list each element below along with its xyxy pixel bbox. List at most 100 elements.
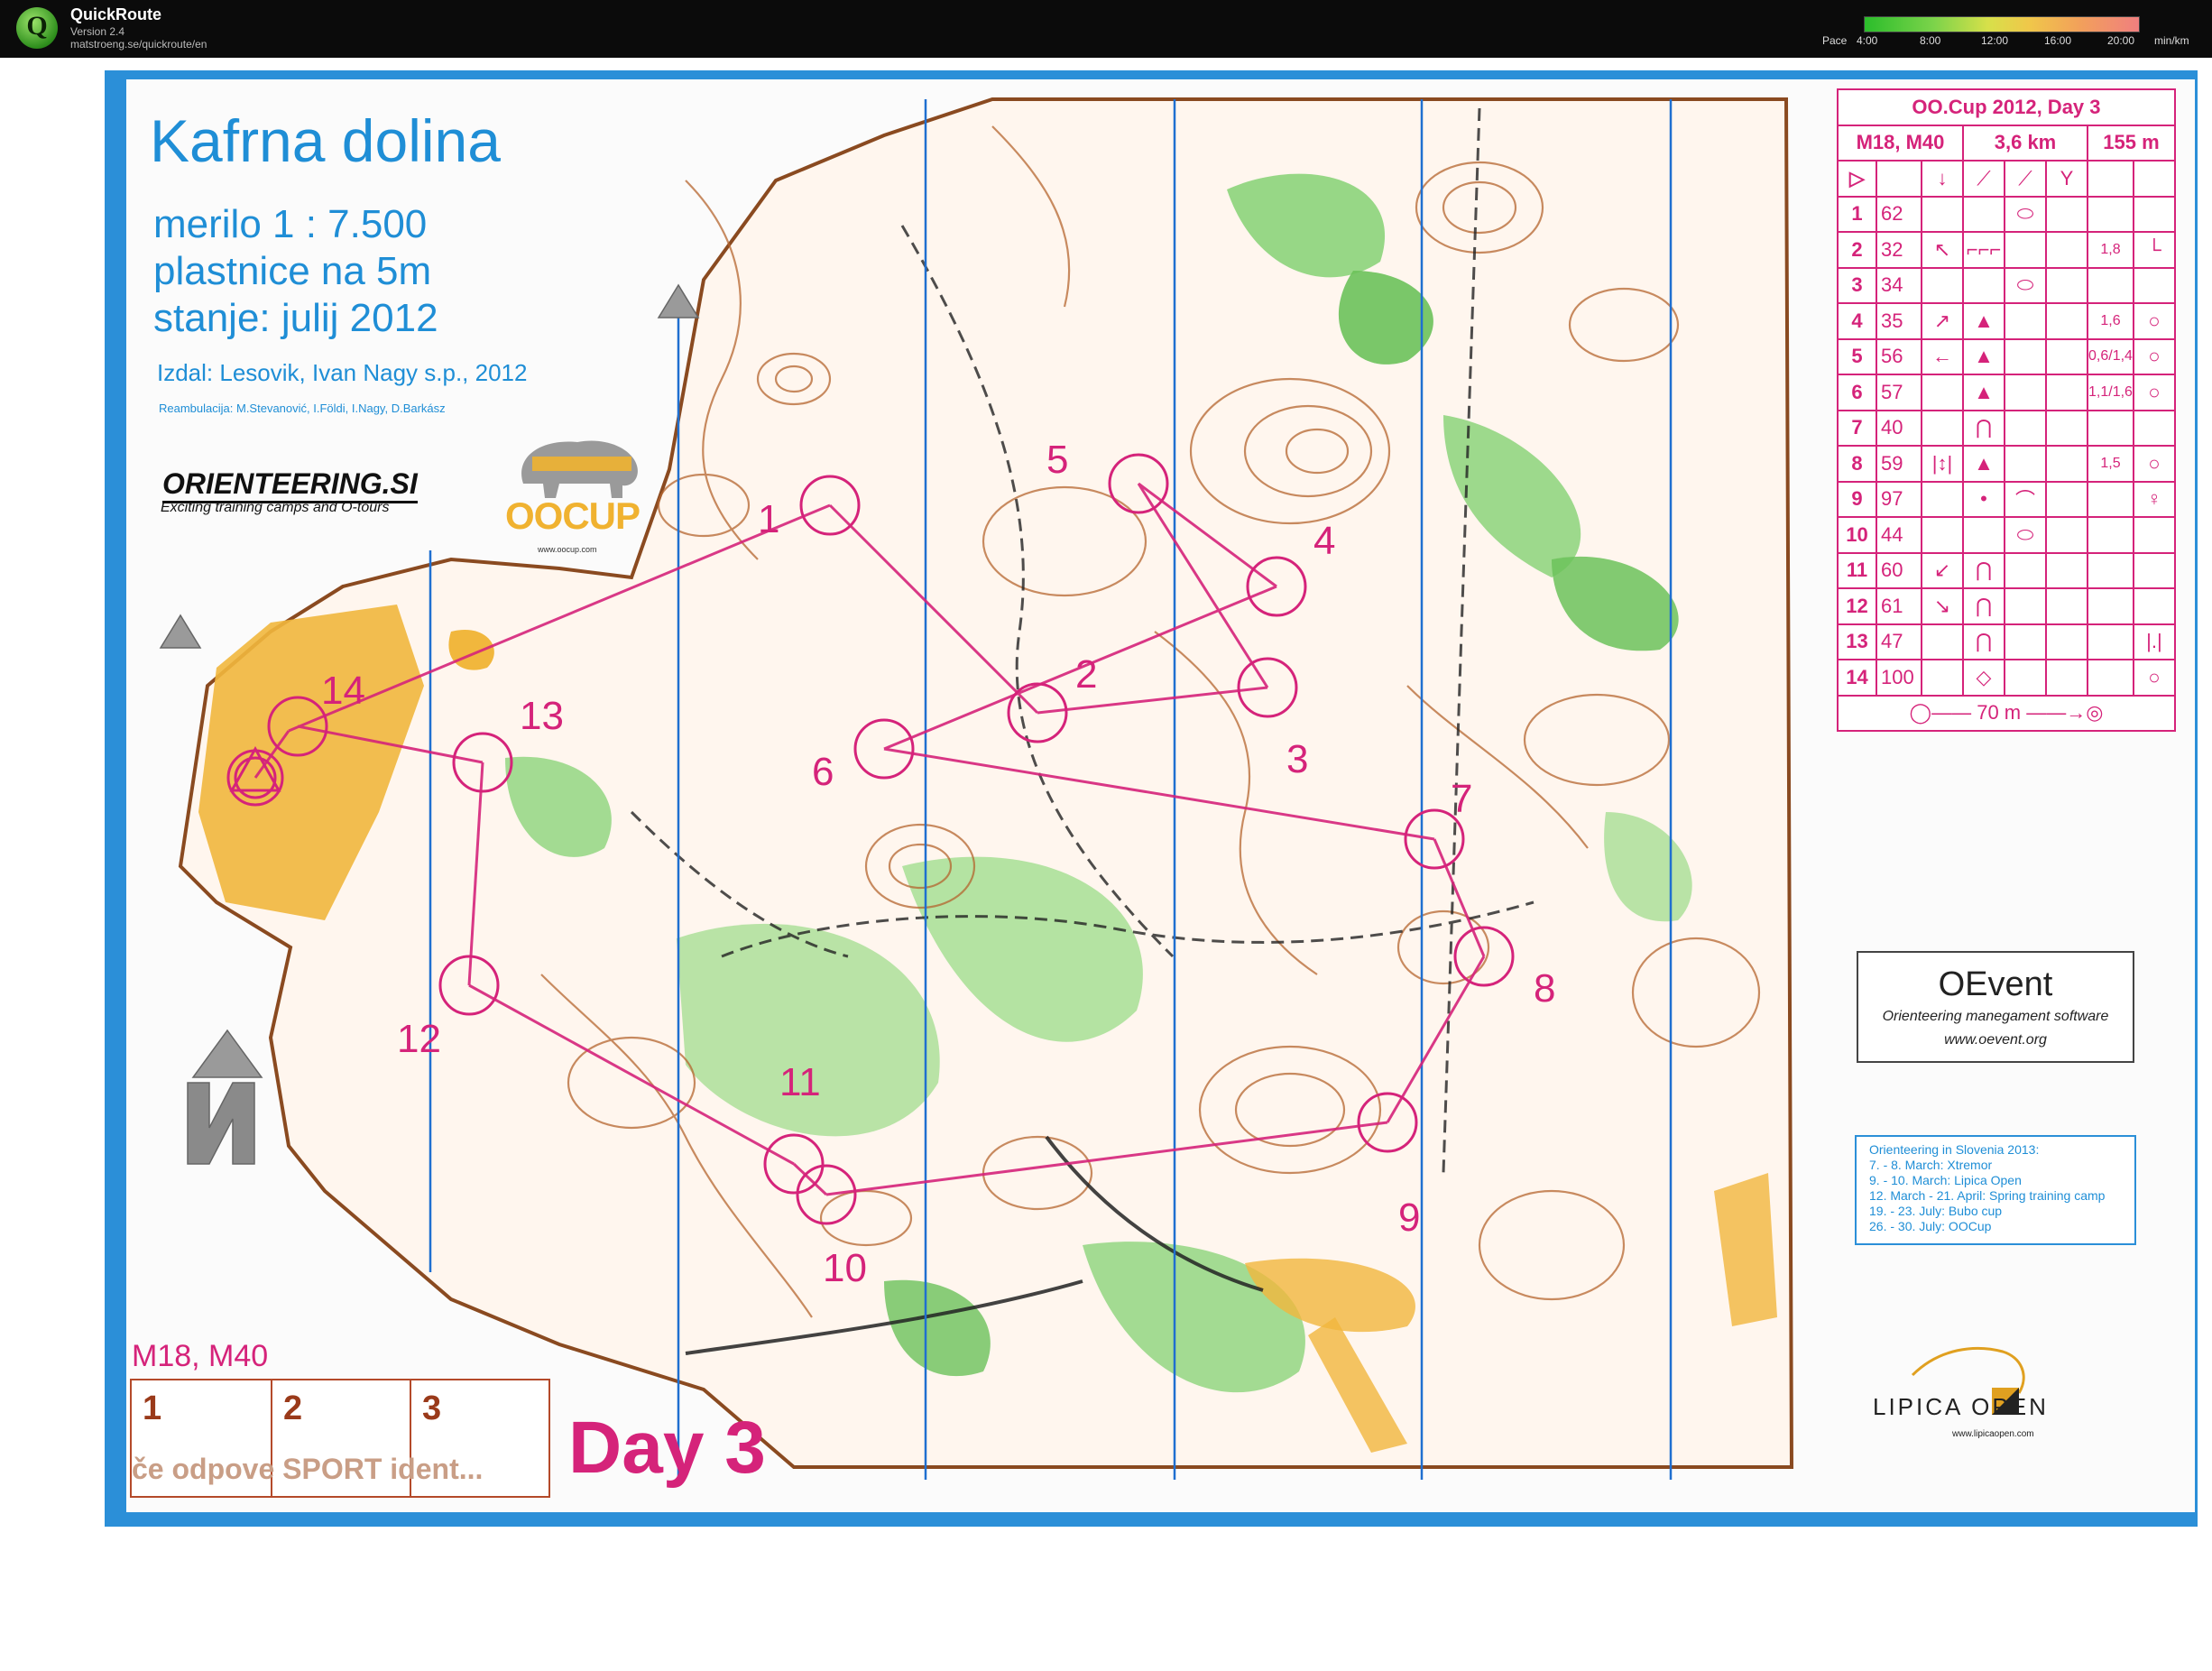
cd-feature (1962, 195, 2005, 233)
cd-feature: ⋂ (1962, 409, 2005, 447)
cd-direction: ↘ (1921, 587, 1964, 625)
cd-feature: • (1962, 480, 2005, 518)
cd-appearance (2045, 659, 2088, 697)
cd-dimensions: 1,5 (2087, 445, 2134, 483)
cd-control-code: 62 (1876, 195, 1922, 233)
cd-control-number: 3 (1837, 266, 1877, 304)
cd-direction (1921, 659, 1964, 697)
cd-feature: ⋂ (1962, 587, 2005, 625)
cd-feature: ⌐⌐⌐ (1962, 231, 2005, 269)
cd-direction: ↗ (1921, 302, 1964, 340)
cd-control-number: 7 (1837, 409, 1877, 447)
control-number-6: 6 (812, 750, 834, 794)
cd-appearance (2045, 266, 2088, 304)
cd-feature: ▲ (1962, 374, 2005, 411)
cd-row: 10 44 ⬭ (1837, 516, 2176, 554)
cd-feature: ⋂ (1962, 551, 2005, 589)
oocup-url: www.oocup.com (538, 545, 597, 554)
oevent-url: www.oevent.org (1944, 1032, 2047, 1048)
cd-row: 13 47 ⋂ |.| (1837, 623, 2176, 660)
cd-control-code: 57 (1876, 374, 1922, 411)
cd-control-code: 60 (1876, 551, 1922, 589)
control-number-8: 8 (1534, 966, 1555, 1011)
event-item: 26. - 30. July: OOCup (1869, 1219, 1992, 1233)
cd-detail (2004, 445, 2047, 483)
cd-appearance (2045, 337, 2088, 375)
cd-control-number: 4 (1837, 302, 1877, 340)
cd-appearance (2045, 587, 2088, 625)
cd-appearance (2045, 623, 2088, 660)
cd-event-title: OO.Cup 2012, Day 3 (1837, 88, 2176, 126)
cd-direction (1921, 480, 1964, 518)
cd-detail (2004, 302, 2047, 340)
event-item: 7. - 8. March: Xtremor (1869, 1158, 1993, 1172)
cd-position: └ (2132, 231, 2176, 269)
cd-detail (2004, 623, 2047, 660)
control-number-12: 12 (397, 1017, 441, 1061)
day-label: Day 3 (568, 1407, 766, 1489)
cd-detail: ⬭ (2004, 516, 2047, 554)
punch-note: če odpove SPORT ident... (132, 1453, 484, 1485)
orienteering-si-tagline: Exciting training camps and O-tours (161, 500, 390, 515)
cd-dimensions: 1,6 (2087, 302, 2134, 340)
control-number-10: 10 (823, 1246, 867, 1290)
cd-row: 3 34 ⬭ (1837, 266, 2176, 304)
cd-start-row: ▷ ↓ ⟋ ⟋ Y (1837, 160, 2176, 198)
cd-control-number: 2 (1837, 231, 1877, 269)
cd-row: 12 61 ↘ ⋂ (1837, 587, 2176, 625)
control-number-5: 5 (1046, 438, 1068, 482)
cd-dimensions (2087, 587, 2134, 625)
cd-position: ♀ (2132, 480, 2176, 518)
control-number-2: 2 (1075, 652, 1097, 697)
cd-control-number: 9 (1837, 480, 1877, 518)
cd-dimensions (2087, 195, 2134, 233)
cd-detail (2004, 551, 2047, 589)
cd-row: 9 97 • ⌒ ♀ (1837, 480, 2176, 518)
cd-control-code: 32 (1876, 231, 1922, 269)
cd-direction (1921, 409, 1964, 447)
cd-row: 8 59 |↕| ▲ 1,5 ○ (1837, 445, 2176, 483)
cd-detail: ⬭ (2004, 195, 2047, 233)
cd-row: 4 35 ↗ ▲ 1,6 ○ (1837, 302, 2176, 340)
cd-feature: ▲ (1962, 302, 2005, 340)
control-number-4: 4 (1313, 519, 1335, 563)
cd-row: 5 56 ← ▲ 0,6/1,4 ○ (1837, 337, 2176, 375)
cd-dimensions (2087, 551, 2134, 589)
cd-appearance (2045, 195, 2088, 233)
cd-climb: 155 m (2087, 124, 2176, 162)
cd-direction: |↕| (1921, 445, 1964, 483)
cd-control-number: 8 (1837, 445, 1877, 483)
cd-position: ○ (2132, 302, 2176, 340)
cd-appearance (2045, 409, 2088, 447)
cd-appearance (2045, 480, 2088, 518)
control-number-13: 13 (520, 694, 564, 738)
cd-detail: ⬭ (2004, 266, 2047, 304)
cd-position (2132, 516, 2176, 554)
cd-detail: ⌒ (2004, 480, 2047, 518)
cd-position: ○ (2132, 337, 2176, 375)
start-triangle-icon: ▷ (1837, 160, 1877, 198)
cd-dimensions: 1,8 (2087, 231, 2134, 269)
cd-row: 14 100 ◇ ○ (1837, 659, 2176, 697)
events-heading: Orienteering in Slovenia 2013: (1869, 1142, 2040, 1157)
cd-dimensions (2087, 516, 2134, 554)
event-item: 19. - 23. July: Bubo cup (1869, 1204, 2003, 1218)
cd-direction: ↙ (1921, 551, 1964, 589)
cd-direction: ← (1921, 337, 1964, 375)
cd-detail (2004, 409, 2047, 447)
event-item: 9. - 10. March: Lipica Open (1869, 1173, 2022, 1187)
cd-row: 6 57 ▲ 1,1/1,6 ○ (1837, 374, 2176, 411)
cd-control-code: 44 (1876, 516, 1922, 554)
cd-appearance (2045, 231, 2088, 269)
map-publisher: Izdal: Lesovik, Ivan Nagy s.p., 2012 (157, 359, 528, 386)
cd-control-number: 6 (1837, 374, 1877, 411)
punch-number: 2 (283, 1389, 303, 1427)
cd-detail (2004, 587, 2047, 625)
cd-position (2132, 266, 2176, 304)
cd-classes: M18, M40 (1837, 124, 1964, 162)
finish-start-circle-icon: ◯—— (1909, 701, 1972, 725)
cd-control-number: 11 (1837, 551, 1877, 589)
cd-dimensions (2087, 659, 2134, 697)
map-contour-interval: plastnice na 5m (153, 249, 432, 293)
control-number-14: 14 (321, 669, 365, 713)
